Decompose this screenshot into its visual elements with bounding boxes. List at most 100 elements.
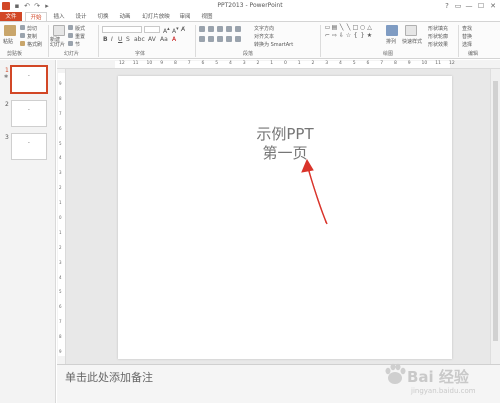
slide-number: 2: [5, 101, 9, 108]
copy-icon[interactable]: [20, 33, 25, 38]
brace-shape-icon[interactable]: {: [352, 33, 359, 39]
star-shape-icon[interactable]: ★: [366, 33, 373, 39]
shadow-icon[interactable]: S: [126, 36, 130, 43]
copy-label[interactable]: 复制: [27, 33, 37, 40]
layout-icon[interactable]: [68, 25, 73, 30]
annotation-arrow: [301, 158, 328, 225]
align-left-icon[interactable]: [199, 36, 205, 42]
triangle-shape-icon[interactable]: △: [366, 25, 373, 31]
oval-shape-icon[interactable]: ○: [359, 25, 366, 31]
line-shape-icon[interactable]: ╲: [338, 25, 345, 31]
ruler-tick-label: 11: [132, 61, 139, 66]
decrease-indent-icon[interactable]: [217, 26, 223, 32]
cut-icon[interactable]: [20, 25, 25, 30]
quick-styles-label[interactable]: 快速样式: [402, 38, 422, 45]
section-label[interactable]: 节: [75, 41, 80, 48]
align-right-icon[interactable]: [217, 36, 223, 42]
font-color-icon[interactable]: A: [172, 36, 176, 43]
annotation-arrow-head: [301, 158, 314, 173]
bold-icon[interactable]: B: [103, 36, 108, 43]
find-label[interactable]: 查找: [462, 25, 472, 32]
strikethrough-icon[interactable]: abc: [134, 36, 145, 43]
shrink-font-icon[interactable]: A▾: [172, 26, 179, 35]
help-icon[interactable]: ?: [442, 1, 452, 11]
textbox-shape-icon[interactable]: ▤: [331, 25, 338, 31]
layout-label[interactable]: 版式: [75, 25, 85, 32]
ruler-tick-label: 11: [435, 61, 441, 66]
minimize-button[interactable]: —: [464, 1, 474, 11]
font-family-select[interactable]: [102, 26, 142, 33]
ruler-tick-label: 5: [59, 289, 62, 295]
line-shape-icon[interactable]: ⌐: [324, 33, 331, 39]
ruler-tick-label: 4: [59, 155, 62, 161]
shape-effects-label[interactable]: 形状效果: [428, 41, 448, 48]
new-slide-label[interactable]: 新建 幻灯片: [50, 38, 65, 48]
clear-format-icon[interactable]: A̸: [181, 26, 185, 33]
arrow-right-shape-icon[interactable]: ⇨: [331, 33, 338, 39]
line-spacing-icon[interactable]: [235, 26, 241, 32]
slide-canvas[interactable]: 示例PPT 第一页: [118, 76, 452, 359]
reset-icon[interactable]: [68, 33, 73, 38]
ruler-tick-label: 9: [160, 61, 164, 66]
underline-icon[interactable]: U: [118, 36, 122, 43]
window-title: PPT2013 - PowerPoint: [217, 2, 283, 9]
close-button[interactable]: ✕: [488, 1, 498, 11]
ribbon-display-icon[interactable]: ▭: [453, 1, 463, 11]
italic-icon[interactable]: I: [111, 36, 113, 43]
arrow-down-shape-icon[interactable]: ⇩: [338, 33, 345, 39]
slide-thumbnail-2[interactable]: ▬: [11, 100, 47, 127]
shape-outline-label[interactable]: 形状轮廓: [428, 33, 448, 40]
arrange-label[interactable]: 排列: [386, 38, 396, 45]
thumbnail-preview-text: ▬: [28, 75, 30, 77]
align-center-icon[interactable]: [208, 36, 214, 42]
slide-number: 3: [5, 134, 9, 141]
select-label[interactable]: 选择: [462, 41, 472, 48]
rectangle-shape-icon[interactable]: ▭: [324, 25, 331, 31]
paste-icon[interactable]: [4, 25, 16, 36]
align-text-label[interactable]: 对齐文本: [254, 33, 274, 40]
new-slide-icon[interactable]: [53, 25, 65, 36]
justify-icon[interactable]: [226, 36, 232, 42]
ruler-tick-label: 7: [59, 110, 62, 116]
slide-thumbnail-3[interactable]: ▬: [11, 133, 47, 160]
format-painter-label[interactable]: 格式刷: [27, 41, 42, 48]
scrollbar-thumb[interactable]: [493, 81, 498, 341]
numbering-icon[interactable]: [208, 26, 214, 32]
text-direction-label[interactable]: 文字方向: [254, 25, 274, 32]
vertical-scrollbar[interactable]: [490, 69, 500, 364]
slide-thumbnail-1[interactable]: ▬: [10, 65, 48, 94]
ruler-tick-label: 9: [407, 61, 411, 66]
arrow-shape-icon[interactable]: ╲: [345, 25, 352, 31]
format-painter-icon[interactable]: [20, 41, 25, 46]
ruler-tick-label: 9: [59, 81, 62, 86]
slide-number: 1: [5, 67, 9, 74]
convert-smartart-label[interactable]: 转换为 SmartArt: [254, 41, 293, 48]
columns-icon[interactable]: [235, 36, 241, 42]
section-icon[interactable]: [68, 41, 73, 46]
cut-label[interactable]: 剪切: [27, 25, 37, 32]
grow-font-icon[interactable]: A▴: [163, 26, 170, 35]
horizontal-ruler: 12 11 10 9 8 7 6 5 4 3 2 1 0 1 2 3 4 5 6 7 8 9 10 11 12: [57, 60, 500, 69]
rectangle-shape-icon[interactable]: □: [352, 25, 359, 31]
brace-shape-icon[interactable]: }: [359, 33, 366, 39]
reset-label[interactable]: 重置: [75, 33, 85, 40]
ruler-tick-label: 8: [59, 334, 62, 340]
annotation-arrow-shaft: [307, 165, 327, 224]
char-spacing-icon[interactable]: AV: [148, 36, 156, 43]
paste-label[interactable]: 粘贴: [3, 38, 13, 45]
quick-styles-icon[interactable]: [405, 25, 417, 36]
ruler-tick-label: 8: [394, 61, 397, 66]
bullets-icon[interactable]: [199, 26, 205, 32]
ruler-tick-label: 6: [59, 125, 62, 131]
arrange-icon[interactable]: [386, 25, 398, 36]
replace-label[interactable]: 替换: [462, 33, 472, 40]
star-shape-icon[interactable]: ☆: [345, 33, 352, 39]
shape-fill-label[interactable]: 形状填充: [428, 25, 448, 32]
maximize-button[interactable]: ☐: [476, 1, 486, 11]
ruler-tick-label: 3: [59, 170, 62, 176]
notes-placeholder[interactable]: 单击此处添加备注: [65, 369, 153, 385]
baidu-watermark: Bai 经验 jingyan.baidu.com: [381, 350, 499, 400]
increase-indent-icon[interactable]: [226, 26, 232, 32]
font-size-select[interactable]: [144, 26, 160, 33]
change-case-icon[interactable]: Aa: [160, 36, 168, 43]
